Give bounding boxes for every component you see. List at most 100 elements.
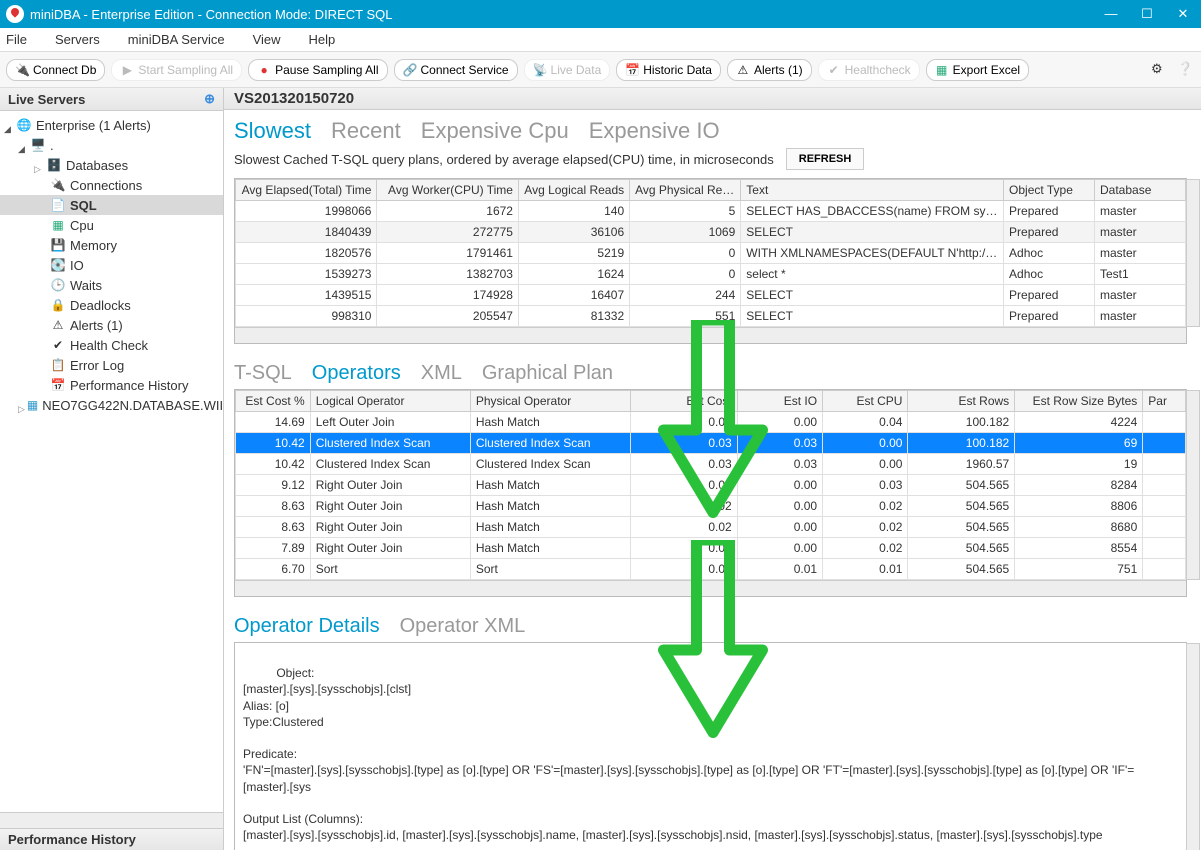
grid2-row[interactable]: 6.70SortSort0.010.010.01504.565751 <box>236 559 1186 580</box>
menu-view[interactable]: View <box>253 32 281 47</box>
refresh-button[interactable]: REFRESH <box>786 148 865 170</box>
minimize-button[interactable]: — <box>1099 6 1123 22</box>
performance-history-panel[interactable]: Performance History <box>0 828 223 850</box>
tree-perfhistory[interactable]: 📅Performance History <box>0 375 223 395</box>
grid2-col-header[interactable]: Est Row Size Bytes <box>1015 391 1143 412</box>
tree-waits[interactable]: 🕒Waits <box>0 275 223 295</box>
lock-icon: 🔒 <box>50 297 66 313</box>
play-icon: ▶ <box>120 63 134 77</box>
connect-icon: 🔌 <box>15 63 29 77</box>
tree-connections[interactable]: 🔌Connections <box>0 175 223 195</box>
add-server-button[interactable]: ⊕ <box>204 91 215 107</box>
grid2-col-header[interactable]: Logical Operator <box>310 391 470 412</box>
help-icon[interactable]: ❔ <box>1177 61 1195 79</box>
grid1-row[interactable]: 1840439272775361061069SELECTPreparedmast… <box>236 222 1186 243</box>
grid1-col-header[interactable]: Avg Worker(CPU) Time <box>377 180 518 201</box>
tab-expensive-io[interactable]: Expensive IO <box>589 118 720 144</box>
menu-service[interactable]: miniDBA Service <box>128 32 225 47</box>
tree-extra-node[interactable]: ▦NEO7GG422N.DATABASE.WII <box>0 395 223 415</box>
grid2-col-header[interactable]: Est IO <box>737 391 822 412</box>
live-data-button[interactable]: 📡Live Data <box>524 59 611 81</box>
historic-data-button[interactable]: 📅Historic Data <box>616 59 721 81</box>
excel-icon: ▦ <box>935 63 949 77</box>
tab-operator-details[interactable]: Operator Details <box>234 615 380 638</box>
tab-expensive-cpu[interactable]: Expensive Cpu <box>421 118 569 144</box>
start-sampling-button[interactable]: ▶Start Sampling All <box>111 59 242 81</box>
sidebar-hscroll[interactable] <box>0 812 223 828</box>
grid1-col-header[interactable]: Text <box>741 180 1004 201</box>
details-vscroll[interactable] <box>1186 643 1200 850</box>
clock-icon: 🕒 <box>50 277 66 293</box>
grid1-col-header[interactable]: Avg Physical Reads <box>630 180 741 201</box>
grid2-row[interactable]: 14.69Left Outer JoinHash Match0.040.000.… <box>236 412 1186 433</box>
grid1-row[interactable]: 1539273138270316240select *AdhocTest1 <box>236 264 1186 285</box>
tree-sql[interactable]: 📄SQL <box>0 195 223 215</box>
tab-graphical-plan[interactable]: Graphical Plan <box>482 362 613 385</box>
grid1-col-header[interactable]: Object Type <box>1004 180 1095 201</box>
tabs1-description: Slowest Cached T-SQL query plans, ordere… <box>234 152 774 167</box>
alerts-button[interactable]: ⚠Alerts (1) <box>727 59 812 81</box>
menu-file[interactable]: File <box>6 32 27 47</box>
titlebar: miniDBA - Enterprise Edition - Connectio… <box>0 0 1201 28</box>
grid2-row[interactable]: 10.42Clustered Index ScanClustered Index… <box>236 454 1186 475</box>
server-icon: 🖥️ <box>30 137 46 153</box>
grid1-row[interactable]: 199806616721405SELECT HAS_DBACCESS(name)… <box>236 201 1186 222</box>
warning-icon: ⚠ <box>736 63 750 77</box>
check-icon: ✔ <box>827 63 841 77</box>
tab-operators[interactable]: Operators <box>312 362 401 385</box>
tree-databases[interactable]: 🗄️Databases <box>0 155 223 175</box>
tree-instance[interactable]: 🖥️. <box>0 135 223 155</box>
tree-errorlog[interactable]: 📋Error Log <box>0 355 223 375</box>
tree-io[interactable]: 💽IO <box>0 255 223 275</box>
tab-slowest[interactable]: Slowest <box>234 118 311 144</box>
maximize-button[interactable]: ☐ <box>1135 6 1159 22</box>
export-excel-button[interactable]: ▦Export Excel <box>926 59 1029 81</box>
tree-alerts[interactable]: ⚠Alerts (1) <box>0 315 223 335</box>
app-icon <box>6 5 24 23</box>
grid1-row[interactable]: 143951517492816407244SELECTPreparedmaste… <box>236 285 1186 306</box>
grid1-hscroll[interactable] <box>235 327 1186 343</box>
connect-service-button[interactable]: 🔗Connect Service <box>394 59 518 81</box>
tree-memory[interactable]: 💾Memory <box>0 235 223 255</box>
tab-operator-xml[interactable]: Operator XML <box>400 615 526 638</box>
grid1-row[interactable]: 99831020554781332551SELECTPreparedmaster <box>236 306 1186 327</box>
grid2-col-header[interactable]: Est Rows <box>908 391 1015 412</box>
grid2-row[interactable]: 10.42Clustered Index ScanClustered Index… <box>236 433 1186 454</box>
tree-healthcheck[interactable]: ✔Health Check <box>0 335 223 355</box>
tree-cpu[interactable]: ▦Cpu <box>0 215 223 235</box>
operators-grid: Est Cost %Logical OperatorPhysical Opera… <box>234 389 1187 597</box>
grid2-col-header[interactable]: Est Cost <box>630 391 737 412</box>
tab-recent[interactable]: Recent <box>331 118 401 144</box>
grid1-col-header[interactable]: Avg Logical Reads <box>518 180 629 201</box>
grid1-col-header[interactable]: Database <box>1095 180 1186 201</box>
close-button[interactable]: ✕ <box>1171 6 1195 22</box>
tree-deadlocks[interactable]: 🔒Deadlocks <box>0 295 223 315</box>
grid1-row[interactable]: 1820576179146152190WITH XMLNAMESPACES(DE… <box>236 243 1186 264</box>
azure-icon: ▦ <box>27 397 38 413</box>
gear-icon[interactable]: ⚙ <box>1151 61 1169 79</box>
grid2-col-header[interactable]: Physical Operator <box>470 391 630 412</box>
grid2-row[interactable]: 9.12Right Outer JoinHash Match0.030.000.… <box>236 475 1186 496</box>
grid2-col-header[interactable]: Est CPU <box>823 391 908 412</box>
grid2-row[interactable]: 8.63Right Outer JoinHash Match0.020.000.… <box>236 496 1186 517</box>
healthcheck-button[interactable]: ✔Healthcheck <box>818 59 920 81</box>
conn-icon: 🔌 <box>50 177 66 193</box>
calendar-icon: 📅 <box>625 63 639 77</box>
grid2-row[interactable]: 8.63Right Outer JoinHash Match0.020.000.… <box>236 517 1186 538</box>
grid1-vscroll[interactable] <box>1186 179 1200 327</box>
tab-tsql[interactable]: T-SQL <box>234 362 292 385</box>
query-tabs: Slowest Recent Expensive Cpu Expensive I… <box>234 118 1201 144</box>
pause-sampling-button[interactable]: ●Pause Sampling All <box>248 59 387 81</box>
connect-db-button[interactable]: 🔌Connect Db <box>6 59 105 81</box>
menu-help[interactable]: Help <box>309 32 336 47</box>
grid2-hscroll[interactable] <box>235 580 1186 596</box>
grid2-col-header[interactable]: Est Cost % <box>236 391 311 412</box>
menu-servers[interactable]: Servers <box>55 32 100 47</box>
grid2-col-header[interactable]: Par <box>1143 391 1186 412</box>
grid2-row[interactable]: 7.89Right Outer JoinHash Match0.020.000.… <box>236 538 1186 559</box>
window-title: miniDBA - Enterprise Edition - Connectio… <box>30 7 392 22</box>
grid2-vscroll[interactable] <box>1186 390 1200 580</box>
grid1-col-header[interactable]: Avg Elapsed(Total) Time <box>236 180 377 201</box>
tab-xml[interactable]: XML <box>421 362 462 385</box>
tree-root[interactable]: 🌐Enterprise (1 Alerts) <box>0 115 223 135</box>
